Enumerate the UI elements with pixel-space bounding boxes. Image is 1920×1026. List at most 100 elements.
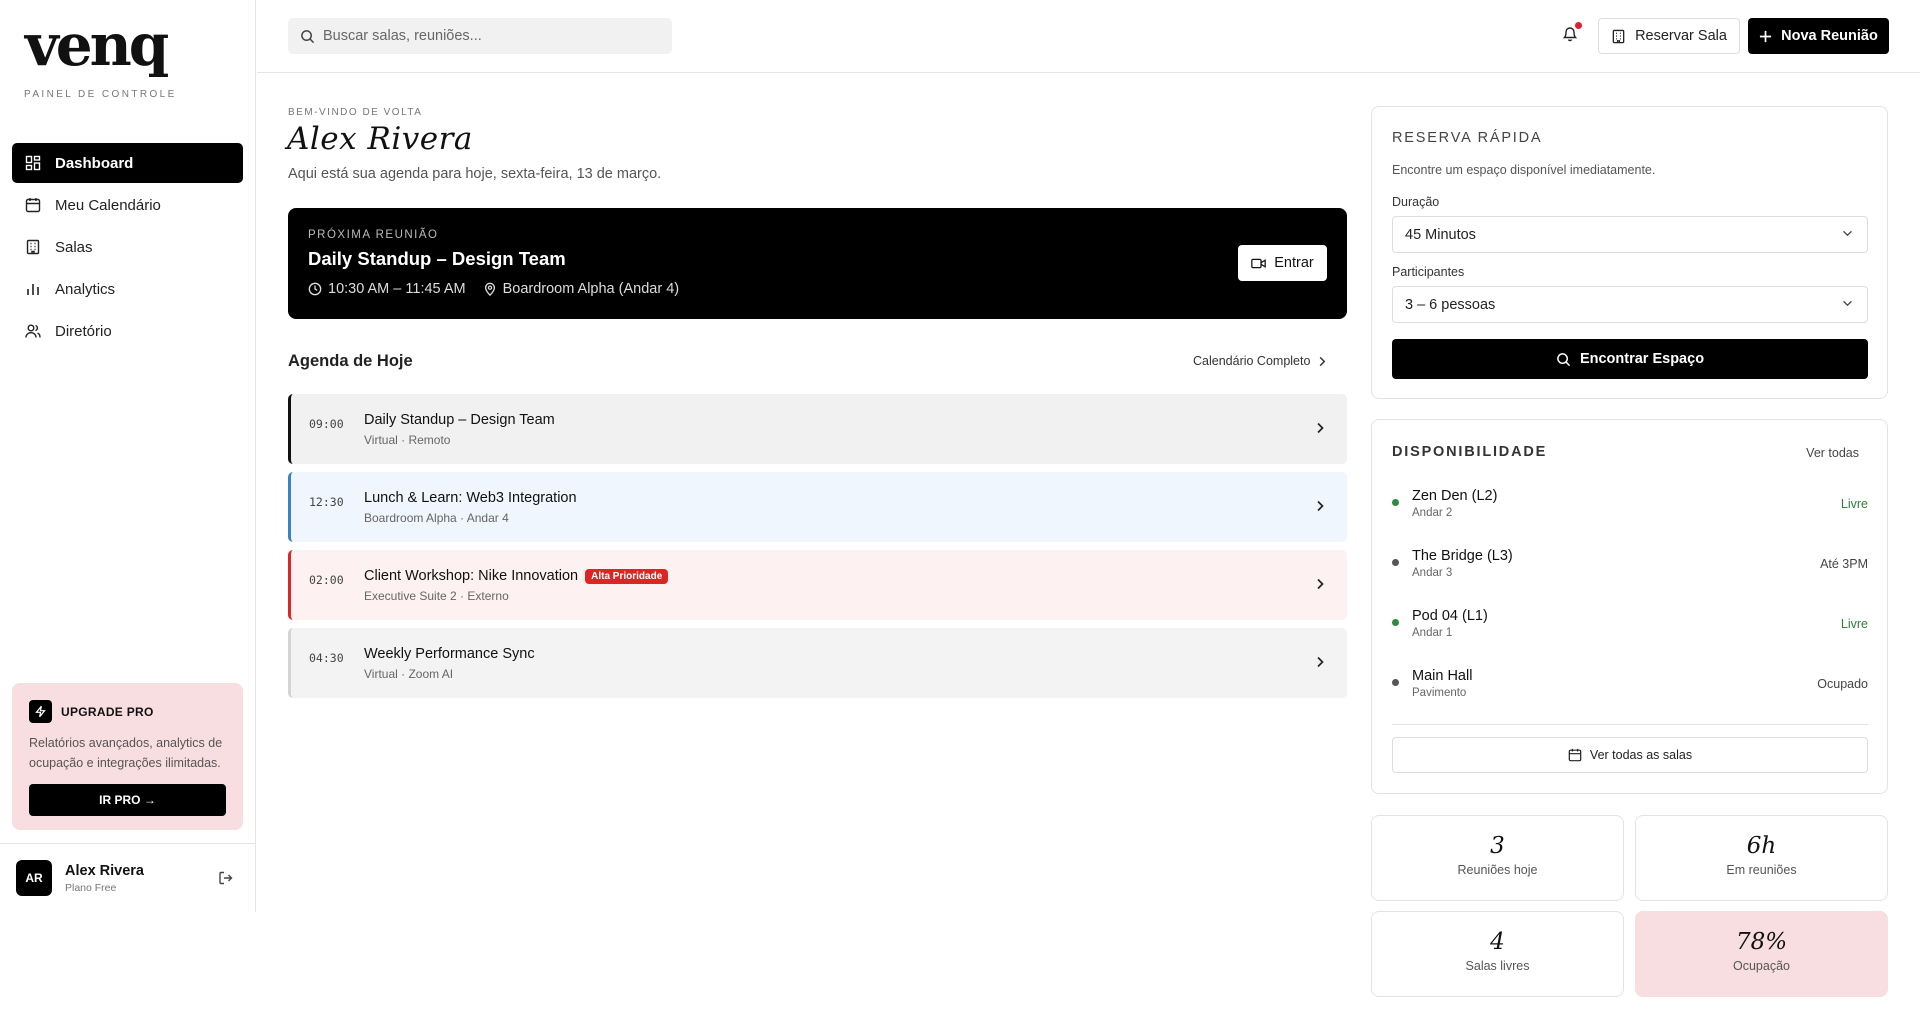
brand-logo[interactable]: venq: [25, 16, 169, 74]
chevron-right-icon: [1320, 356, 1326, 366]
room-status: Livre: [1840, 497, 1868, 511]
quick-reserve-title: RESERVA RÁPIDA: [1392, 130, 1543, 146]
room-status: Livre: [1840, 617, 1868, 631]
next-meeting-card: PRÓXIMA REUNIÃO Daily Standup – Design T…: [288, 208, 1347, 319]
lightning-icon: [29, 700, 52, 723]
sidebar-item-label: Salas: [55, 238, 93, 256]
chevron-down-icon: [1843, 230, 1852, 237]
availability-title: DISPONIBILIDADE: [1392, 444, 1548, 460]
agenda-item-title: Lunch & Learn: Web3 Integration: [364, 490, 577, 506]
agenda-item-subtitle: Virtual · Zoom AI: [364, 667, 454, 681]
status-dot: [1392, 559, 1399, 566]
user-info: Alex Rivera Plano Free: [65, 863, 144, 894]
stat-value: 4: [1490, 929, 1505, 955]
agenda-time: 12:30: [309, 495, 344, 509]
agenda-title-row: Client Workshop: Nike Innovation Alta Pri…: [364, 568, 669, 584]
search-icon: [1557, 352, 1571, 366]
room-name: The Bridge (L3): [1412, 548, 1513, 564]
room-floor: Andar 2: [1412, 507, 1453, 519]
participants-value: 3 – 6 pessoas: [1405, 296, 1496, 313]
next-meeting-label: PRÓXIMA REUNIÃO: [308, 229, 439, 241]
sidebar-item-dashboard[interactable]: Dashboard: [12, 143, 243, 183]
avatar[interactable]: AR: [16, 860, 52, 896]
sidebar-item-label: Meu Calendário: [55, 196, 161, 214]
room-floor: Andar 1: [1412, 627, 1453, 639]
brand-subtitle: PAINEL DE CONTROLE: [24, 89, 177, 100]
user-plan: Plano Free: [65, 881, 117, 894]
agenda-time: 04:30: [309, 651, 344, 665]
sidebar-item-directory[interactable]: Diretório: [12, 311, 243, 351]
notifications-button[interactable]: [1562, 22, 1582, 42]
sidebar-nav: Dashboard Meu Calendário Salas Analytics…: [12, 143, 243, 353]
find-space-button[interactable]: Encontrar Espaço: [1392, 339, 1868, 379]
reserve-room-button[interactable]: Reservar Sala: [1598, 18, 1740, 54]
join-label: Entrar: [1274, 255, 1314, 271]
agenda-item[interactable]: 02:00 Client Workshop: Nike Innovation Alt…: [288, 550, 1347, 620]
agenda-item[interactable]: 12:30 Lunch & Learn: Web3 Integration Boar…: [288, 472, 1347, 542]
agenda-item-title: Weekly Performance Sync: [364, 646, 535, 662]
see-all-link[interactable]: Ver todas: [1806, 446, 1859, 460]
chevron-right-icon: [1317, 578, 1324, 590]
room-item[interactable]: Pod 04 (L1) Andar 1 Livre: [1392, 603, 1868, 643]
priority-badge: Alta Prioridade: [585, 568, 669, 584]
agenda-title-row: Weekly Performance Sync: [364, 646, 535, 662]
bar-chart-icon: [27, 284, 39, 295]
next-meeting-title: Daily Standup – Design Team: [308, 248, 566, 269]
stat-value: 78%: [1735, 929, 1788, 955]
plus-icon: [1760, 30, 1772, 42]
status-dot: [1392, 679, 1399, 686]
upgrade-title: UPGRADE PRO: [61, 704, 154, 719]
logout-icon[interactable]: [218, 870, 234, 886]
stat-label: Ocupação: [1733, 959, 1790, 973]
agenda-item[interactable]: 09:00 Daily Standup – Design Team Virtual …: [288, 394, 1347, 464]
chevron-right-icon: [1317, 422, 1324, 434]
agenda-title: Agenda de Hoje: [288, 352, 413, 370]
sidebar-item-analytics[interactable]: Analytics: [12, 269, 243, 309]
agenda-item[interactable]: 04:30 Weekly Performance Sync Virtual · Zo…: [288, 628, 1347, 698]
agenda-time: 09:00: [309, 417, 344, 431]
participants-select[interactable]: 3 – 6 pessoas: [1392, 286, 1868, 323]
page-subtitle: Aqui está sua agenda para hoje, sexta-fe…: [288, 166, 662, 182]
duration-value: 45 Minutos: [1405, 226, 1476, 243]
grid-icon: [25, 155, 41, 171]
agenda-item-subtitle: Boardroom Alpha · Andar 4: [364, 511, 509, 525]
see-all-rooms-button[interactable]: Ver todas as salas: [1392, 737, 1868, 773]
room-name: Zen Den (L2): [1412, 488, 1498, 504]
users-icon: [25, 324, 41, 338]
agenda-title-row: Lunch & Learn: Web3 Integration: [364, 490, 577, 506]
quick-reserve-card: RESERVA RÁPIDA Encontre um espaço dispon…: [1371, 106, 1888, 399]
sidebar-item-calendar[interactable]: Meu Calendário: [12, 185, 243, 225]
agenda-item-title: Client Workshop: Nike Innovation: [364, 568, 579, 584]
stat-card: 6h Em reuniões: [1635, 815, 1888, 901]
sidebar-item-rooms[interactable]: Salas: [12, 227, 243, 267]
new-meeting-label: Nova Reunião: [1781, 28, 1878, 44]
agenda-title-row: Daily Standup – Design Team: [364, 412, 555, 428]
sidebar-item-label: Analytics: [55, 280, 116, 298]
search-icon: [301, 29, 315, 43]
search-input[interactable]: [323, 28, 663, 44]
stat-label: Em reuniões: [1726, 863, 1797, 877]
go-pro-button[interactable]: IR PRO →: [29, 784, 226, 816]
sidebar-item-label: Diretório: [55, 322, 112, 340]
agenda-list: 09:00 Daily Standup – Design Team Virtual …: [288, 394, 1347, 706]
room-item[interactable]: Zen Den (L2) Andar 2 Livre: [1392, 483, 1868, 523]
reserve-room-label: Reservar Sala: [1635, 28, 1727, 44]
stat-value: 6h: [1746, 833, 1777, 859]
room-item[interactable]: The Bridge (L3) Andar 3 Até 3PM: [1392, 543, 1868, 583]
chevron-right-icon: [1317, 500, 1324, 512]
notification-dot: [1575, 22, 1582, 29]
duration-select[interactable]: 45 Minutos: [1392, 216, 1868, 253]
new-meeting-button[interactable]: Nova Reunião: [1748, 18, 1889, 54]
top-header: Reservar Sala Nova Reunião: [257, 0, 1920, 73]
room-name: Main Hall: [1412, 668, 1473, 684]
agenda-item-title: Daily Standup – Design Team: [364, 412, 555, 428]
full-calendar-link[interactable]: Calendário Completo: [1193, 354, 1326, 368]
join-button[interactable]: Entrar: [1238, 245, 1327, 281]
welcome-label: BEM-VINDO DE VOLTA: [288, 107, 423, 118]
room-item[interactable]: Main Hall Pavimento Ocupado: [1392, 663, 1868, 703]
upgrade-text: Relatórios avançados, analytics de ocupa…: [29, 736, 223, 770]
user-name: Alex Rivera: [65, 862, 144, 879]
stat-label: Reuniões hoje: [1457, 863, 1538, 877]
find-space-label: Encontrar Espaço: [1579, 351, 1705, 367]
availability-card: DISPONIBILIDADE Ver todas Zen Den (L2) An…: [1371, 419, 1888, 794]
